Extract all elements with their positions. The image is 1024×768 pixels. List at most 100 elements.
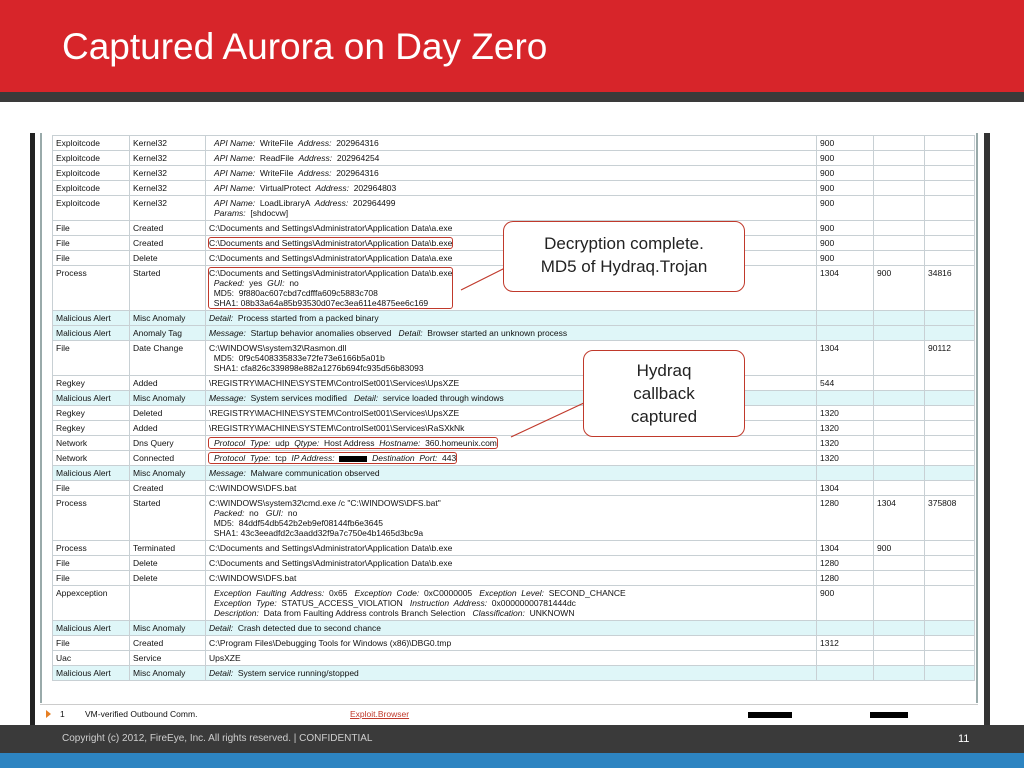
- pid-cell: 1304: [816, 340, 874, 376]
- parent-pid-cell: [873, 585, 925, 621]
- event-mode-cell: Anomaly Tag: [129, 325, 206, 341]
- detail-value: SHA1: 43c3eeadfd2c3aadd32f9a7c750e4b1465…: [209, 528, 424, 538]
- expand-arrow-icon[interactable]: [46, 710, 51, 718]
- size-cell: [924, 220, 975, 236]
- detail-line: MD5: 9f880ac607cbd7cdfffa609c5883c708: [209, 288, 452, 298]
- detail-key: Exception Code:: [354, 588, 420, 598]
- event-mode-cell: Added: [129, 420, 206, 436]
- callout-hydraq: Hydraq callback captured: [583, 350, 745, 437]
- event-type-cell: Network: [52, 435, 130, 451]
- slide-footer: Copyright (c) 2012, FireEye, Inc. All ri…: [0, 725, 1024, 753]
- alert-summary-row[interactable]: 1 VM-verified Outbound Comm. Exploit.Bro…: [40, 704, 978, 723]
- size-cell: [924, 480, 975, 496]
- event-details-cell: C:\WINDOWS\DFS.bat: [205, 570, 817, 586]
- detail-key: API Name:: [214, 198, 256, 208]
- event-details: API Name: WriteFile Address: 202964316: [209, 138, 379, 148]
- pid-cell: 900: [816, 135, 874, 151]
- event-type-cell: Exploitcode: [52, 195, 130, 221]
- detail-value: C:\WINDOWS\DFS.bat: [209, 573, 297, 583]
- table-row: Exploitcode Kernel32 API Name: ReadFile Ad…: [52, 150, 975, 166]
- parent-pid-cell: [873, 480, 925, 496]
- table-row: Network Connected Protocol Type: tcp IP Ad…: [52, 450, 975, 466]
- detail-line: C:\Documents and Settings\Administrator\…: [209, 238, 452, 248]
- event-details-cell: Message: Startup behavior anomalies obse…: [205, 325, 817, 341]
- event-type-cell: Exploitcode: [52, 180, 130, 196]
- detail-value: Browser started an unknown process: [422, 328, 568, 338]
- pid-cell: 1312: [816, 635, 874, 651]
- pid-cell: 1320: [816, 405, 874, 421]
- event-details: C:\Documents and Settings\Administrator\…: [207, 267, 454, 309]
- parent-pid-cell: [873, 420, 925, 436]
- size-cell: 34816: [924, 265, 975, 311]
- event-type-cell: Malicious Alert: [52, 325, 130, 341]
- event-details-cell: Exception Faulting Address: 0x65 Excepti…: [205, 585, 817, 621]
- event-mode-cell: Started: [129, 495, 206, 541]
- parent-pid-cell: [873, 150, 925, 166]
- detail-value: no: [244, 508, 266, 518]
- event-type-cell: Process: [52, 265, 130, 311]
- size-cell: 90112: [924, 340, 975, 376]
- detail-value: STATUS_ACCESS_VIOLATION: [276, 598, 410, 608]
- event-type-cell: Exploitcode: [52, 135, 130, 151]
- event-details-cell: Protocol Type: tcp IP Address: Destinati…: [205, 450, 817, 466]
- size-cell: [924, 135, 975, 151]
- callout-hydraq-line-1: Hydraq: [636, 361, 692, 380]
- event-details: Message: System services modified Detail…: [209, 393, 504, 403]
- detail-value: 202964803: [348, 183, 397, 193]
- pid-cell: [816, 620, 874, 636]
- detail-value: WriteFile: [255, 168, 298, 178]
- event-details: \REGISTRY\MACHINE\SYSTEM\ControlSet001\S…: [209, 423, 464, 433]
- event-details-cell: API Name: WriteFile Address: 202964316: [205, 165, 817, 181]
- event-mode-cell: Started: [129, 265, 206, 311]
- detail-value: C:\WINDOWS\DFS.bat: [209, 483, 297, 493]
- detail-line: API Name: VirtualProtect Address: 202964…: [214, 183, 396, 193]
- event-details: Message: Malware communication observed: [209, 468, 380, 478]
- size-cell: [924, 570, 975, 586]
- detail-value: Data from Faulting Address controls Bran…: [258, 608, 473, 618]
- detail-value: \REGISTRY\MACHINE\SYSTEM\ControlSet001\S…: [209, 423, 465, 433]
- size-cell: [924, 195, 975, 221]
- detail-value: [shdocvw]: [245, 208, 289, 218]
- footer-copyright: Copyright (c) 2012, FireEye, Inc. All ri…: [62, 733, 373, 744]
- detail-value: System service running/stopped: [233, 668, 359, 678]
- detail-line: \REGISTRY\MACHINE\SYSTEM\ControlSet001\S…: [209, 423, 464, 433]
- detail-line: Exception Type: STATUS_ACCESS_VIOLATION …: [214, 598, 626, 608]
- table-row: Malicious Alert Anomaly Tag Message: Start…: [52, 325, 975, 341]
- event-type-cell: File: [52, 220, 130, 236]
- event-mode-cell: Misc Anomaly: [129, 390, 206, 406]
- size-cell: 375808: [924, 495, 975, 541]
- parent-pid-cell: 900: [873, 265, 925, 311]
- event-details-cell: Protocol Type: udp Qtype: Host Address H…: [205, 435, 817, 451]
- detail-key: Message:: [209, 393, 246, 403]
- detail-line: C:\Program Files\Debugging Tools for Win…: [209, 638, 451, 648]
- detail-line: Detail: Process started from a packed bi…: [209, 313, 379, 323]
- slide-header: Captured Aurora on Day Zero: [0, 0, 1024, 92]
- detail-key: IP Address:: [291, 453, 335, 463]
- detail-key: Message:: [209, 468, 246, 478]
- event-type-cell: Network: [52, 450, 130, 466]
- event-details: Exception Faulting Address: 0x65 Excepti…: [209, 588, 626, 618]
- callout-hydraq-line-3: captured: [630, 407, 698, 426]
- parent-pid-cell: [873, 620, 925, 636]
- event-details-cell: API Name: ReadFile Address: 202964254: [205, 150, 817, 166]
- detail-line: C:\WINDOWS\system32\cmd.exe /c "C:\WINDO…: [209, 498, 441, 508]
- detail-value: C:\Documents and Settings\Administrator\…: [209, 558, 453, 568]
- parent-pid-cell: [873, 165, 925, 181]
- event-mode-cell: Date Change: [129, 340, 206, 376]
- detail-value: 443: [437, 453, 457, 463]
- pid-cell: 1304: [816, 540, 874, 556]
- pid-cell: 1304: [816, 480, 874, 496]
- redacted-block: [748, 712, 792, 718]
- event-mode-cell: Kernel32: [129, 180, 206, 196]
- detail-line: SHA1: cfa826c339898e882a1276b694fc935d56…: [209, 363, 424, 373]
- event-mode-cell: Delete: [129, 570, 206, 586]
- detail-value: C:\Documents and Settings\Administrator\…: [209, 223, 453, 233]
- parent-pid-cell: [873, 310, 925, 326]
- detail-value: Crash detected due to second chance: [233, 623, 381, 633]
- event-details-cell: C:\Documents and Settings\Administrator\…: [205, 540, 817, 556]
- detail-key: Exception Type:: [214, 598, 277, 608]
- detail-key: Destination Port:: [372, 453, 438, 463]
- event-details-cell: C:\WINDOWS\DFS.bat: [205, 480, 817, 496]
- alert-link-exploit-browser[interactable]: Exploit.Browser: [350, 709, 409, 719]
- detail-value: 0xC0000005: [419, 588, 480, 598]
